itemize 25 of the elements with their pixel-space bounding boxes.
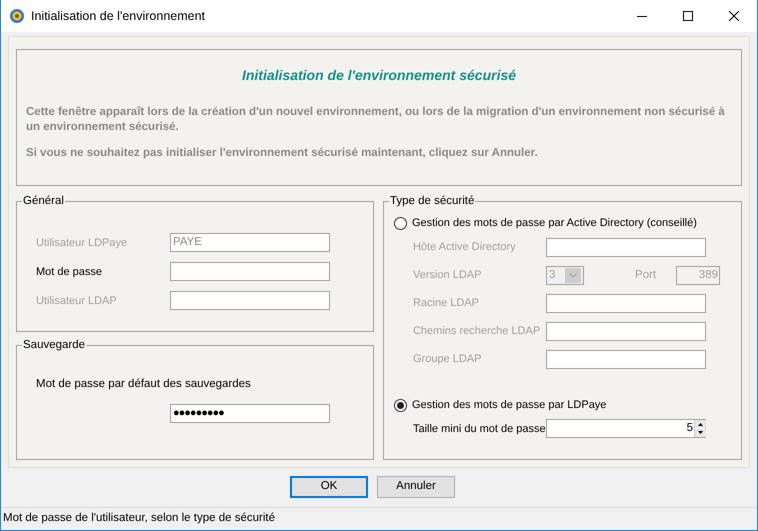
radio-label[interactable]: Gestion des mots de passe par LDPaye [412, 396, 606, 414]
dialog-button[interactable]: Annuler [377, 476, 455, 498]
field-label: Utilisateur LDAP [36, 294, 118, 308]
field-label: Taille mini du mot de passe [412, 422, 546, 436]
field-label: Mot de passe [36, 264, 104, 280]
info-title: Initialisation de l'environnement sécurisé [240, 66, 518, 85]
group-title: Sauvegarde [22, 338, 86, 353]
group-title: Général [22, 194, 65, 209]
number-field[interactable]: 5 [546, 419, 706, 438]
info-text: Cette fenêtre apparaît lors de la création d'un nouvel environnement, ou lors de la migration d'un environnement non sécurisé à un environnement sécurisé. [26, 105, 726, 135]
dialog-button[interactable]: OK [290, 476, 368, 498]
field-label: Version LDAP [412, 268, 482, 283]
window-title: Initialisation de l'environnement [31, 8, 206, 25]
radio-label[interactable]: Gestion des mots de passe par Active Directory (conseillé) [412, 215, 697, 232]
info-text: Si vous ne souhaitez pas initialiser l'environnement sécurisé maintenant, cliquez sur Annuler. [26, 146, 539, 161]
field-label: Port [634, 268, 658, 283]
password-field[interactable]: ●●●●●●●●● [170, 404, 330, 422]
field-label: Chemins recherche LDAP [412, 324, 542, 339]
status-text: Mot de passe de l'utilisateur, selon le type de sécurité [3, 511, 275, 526]
field-label: Hôte Active Directory [412, 240, 517, 255]
field-label: Racine LDAP [412, 296, 480, 311]
field-label: Utilisateur LDPaye [36, 236, 128, 250]
field-label: Mot de passe par défaut des sauvegardes [36, 377, 252, 392]
group-title: Type de sécurité [388, 194, 476, 209]
field-label: Groupe LDAP [412, 352, 482, 367]
